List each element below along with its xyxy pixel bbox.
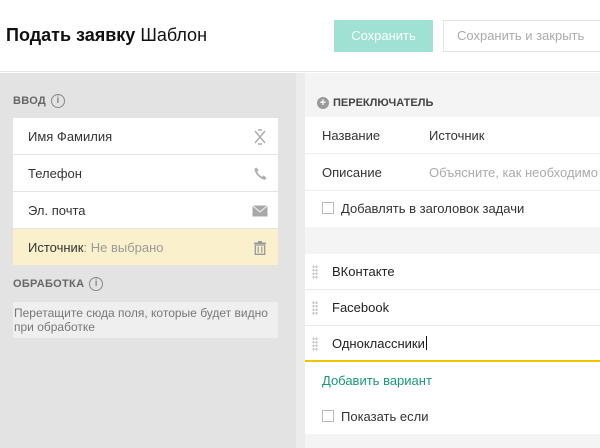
- drag-handle-icon[interactable]: [312, 337, 318, 351]
- info-icon[interactable]: i: [89, 277, 104, 291]
- options-footer-card: Добавить вариант Показать если: [305, 362, 600, 434]
- phone-icon: [252, 155, 268, 192]
- name-format-icon: [252, 118, 268, 155]
- field-label: Эл. почта: [28, 203, 86, 218]
- option-input[interactable]: ВКонтакте: [332, 254, 395, 290]
- header: Подать заявку Шаблон Сохранить Сохранить…: [0, 0, 600, 72]
- processing-section-label: ОБРАБОТКА: [13, 278, 85, 290]
- text-caret: [425, 336, 427, 350]
- page-title: Подать заявку Шаблон: [6, 25, 207, 46]
- page-title-main: Подать заявку: [6, 25, 136, 45]
- add-option-link[interactable]: Добавить вариант: [322, 373, 432, 388]
- description-input[interactable]: Объясните, как необходимо заполнить: [429, 154, 600, 190]
- add-to-header-checkbox[interactable]: [322, 202, 334, 214]
- trash-icon[interactable]: [252, 229, 268, 266]
- field-label: Телефон: [28, 166, 82, 181]
- drag-handle-icon[interactable]: [312, 301, 318, 315]
- drag-handle-icon[interactable]: [312, 265, 318, 279]
- processing-drop-zone[interactable]: Перетащите сюда поля, которые будет видн…: [13, 302, 278, 338]
- option-input[interactable]: Facebook: [332, 290, 389, 326]
- field-label: Источник: [28, 240, 84, 255]
- input-section-label: ВВОД: [13, 95, 47, 107]
- description-row: Описание Объясните, как необходимо запол…: [305, 154, 600, 191]
- option-item[interactable]: Facebook: [305, 290, 600, 326]
- name-row: Название Источник: [305, 117, 600, 154]
- panel-divider: [296, 73, 305, 448]
- option-item[interactable]: ВКонтакте: [305, 254, 600, 290]
- field-settings-panel: + ПЕРЕКЛЮЧАТЕЛЬ Название Источник Описан…: [305, 73, 600, 448]
- field-email[interactable]: Эл. почта: [13, 192, 278, 229]
- description-label: Описание: [322, 165, 382, 180]
- option-item-active[interactable]: Одноклассники: [305, 326, 600, 362]
- input-section-title: ВВОД i: [13, 94, 66, 108]
- name-label: Название: [322, 128, 381, 143]
- field-source[interactable]: Источник: Не выбрано: [13, 229, 278, 266]
- info-icon[interactable]: i: [51, 94, 66, 108]
- show-if-checkbox-row[interactable]: Показать если: [322, 409, 428, 424]
- envelope-icon: [252, 192, 268, 229]
- switch-section-title: + ПЕРЕКЛЮЧАТЕЛЬ: [317, 97, 433, 109]
- add-to-header-label: Добавлять в заголовок задачи: [341, 201, 525, 216]
- plus-circle-icon: +: [317, 97, 329, 109]
- save-button[interactable]: Сохранить: [334, 20, 433, 52]
- switch-settings-card: Название Источник Описание Объясните, ка…: [305, 117, 600, 227]
- add-to-header-checkbox-row[interactable]: Добавлять в заголовок задачи: [322, 201, 524, 216]
- show-if-label: Показать если: [341, 409, 429, 424]
- name-input[interactable]: Источник: [429, 117, 485, 153]
- switch-section-label: ПЕРЕКЛЮЧАТЕЛЬ: [333, 97, 434, 109]
- show-if-checkbox[interactable]: [322, 410, 334, 422]
- save-and-close-button[interactable]: Сохранить и закрыть: [443, 20, 600, 52]
- option-text: Одноклассники: [332, 336, 425, 351]
- field-phone[interactable]: Телефон: [13, 155, 278, 192]
- field-status: : Не выбрано: [83, 240, 164, 255]
- field-full-name[interactable]: Имя Фамилия: [13, 118, 278, 155]
- processing-section-title: ОБРАБОТКА i: [13, 277, 104, 291]
- option-input-active[interactable]: Одноклассники: [332, 326, 427, 362]
- field-label: Имя Фамилия: [28, 129, 113, 144]
- page-title-template: Шаблон: [140, 25, 208, 45]
- fields-panel: ВВОД i Имя Фамилия Телефон Эл. почта Ист…: [0, 73, 296, 448]
